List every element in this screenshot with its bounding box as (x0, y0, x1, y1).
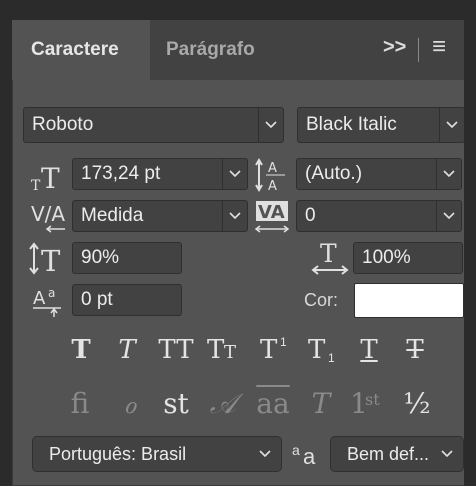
faux-italic-button[interactable]: T (110, 333, 144, 367)
antialias-icon-large: a (303, 444, 316, 469)
chevron-down-icon[interactable] (435, 437, 459, 471)
faux-bold-button[interactable]: T (64, 333, 98, 367)
chevron-down-icon[interactable] (258, 108, 283, 142)
contextual-alternates-button[interactable]: T (304, 384, 338, 424)
tab-caractere[interactable]: Caractere (31, 20, 119, 80)
strikethrough-button[interactable]: T (398, 333, 432, 367)
font-style-select[interactable]: Black Italic (297, 107, 465, 143)
chevron-down-icon[interactable] (436, 159, 461, 189)
tracking-value: 0 (305, 205, 316, 226)
small-caps-button[interactable]: T T (207, 333, 247, 367)
chevron-down-icon[interactable] (222, 159, 247, 189)
font-size-icon: TT (29, 160, 67, 195)
tracking-icon: VA (254, 199, 292, 235)
leading-field[interactable]: (Auto.) (296, 158, 462, 190)
antialias-select[interactable]: Bem def... (330, 436, 464, 472)
chevron-down-icon[interactable] (439, 108, 464, 142)
font-style-value: Black Italic (306, 114, 397, 135)
standard-ligatures-button[interactable]: fi (62, 384, 98, 424)
ordinals-button[interactable]: 1 st (350, 384, 390, 424)
antialias-icon-small: a (292, 442, 300, 458)
svg-text:A: A (268, 161, 277, 176)
chevron-down-icon[interactable] (436, 201, 461, 231)
kerning-field[interactable]: Medida (72, 200, 248, 232)
svg-text:T: T (320, 240, 337, 268)
superscript-button[interactable]: T 1 (260, 333, 296, 367)
superscript-glyph: T (260, 335, 278, 365)
color-label: Cor: (304, 290, 339, 310)
subscript-glyph: T (308, 335, 326, 365)
svg-text:T: T (41, 244, 61, 276)
all-caps-button[interactable]: TT (156, 333, 196, 367)
svg-text:a: a (48, 286, 55, 300)
baseline-shift-field[interactable]: 0 pt (72, 284, 182, 316)
language-select[interactable]: Português: Brasil (32, 436, 282, 472)
small-caps-small-glyph: T (224, 342, 237, 363)
svg-text:A: A (268, 179, 277, 194)
panel-menu-divider (418, 38, 419, 62)
chevron-down-icon[interactable] (253, 437, 277, 471)
horizontal-scale-field[interactable]: 100% (353, 242, 463, 274)
font-family-select[interactable]: Roboto (23, 107, 284, 143)
window-right-edge (464, 0, 476, 486)
panel-menu-icon[interactable]: ≡ (432, 33, 446, 61)
svg-text:V/A: V/A (31, 202, 65, 226)
window-top-area (0, 0, 476, 20)
leading-value: (Auto.) (305, 163, 363, 184)
tracking-field[interactable]: 0 (296, 200, 462, 232)
panel-expand-icon[interactable]: >> (383, 36, 406, 59)
underline-button[interactable]: T (352, 333, 386, 367)
subscript-mark: 1 (328, 351, 335, 365)
svg-text:T: T (41, 162, 60, 194)
vertical-scale-field[interactable]: 90% (72, 242, 182, 274)
language-value: Português: Brasil (49, 444, 187, 464)
old-style-button[interactable]: ℴ (112, 384, 148, 424)
horizontal-scale-icon: T (311, 239, 349, 278)
color-swatch[interactable] (354, 283, 464, 318)
font-family-value: Roboto (32, 114, 94, 135)
baseline-shift-icon: Aa (31, 284, 69, 318)
subscript-button[interactable]: T 1 (308, 333, 344, 367)
font-size-field[interactable]: 173,24 pt (72, 158, 248, 190)
font-size-value: 173,24 pt (81, 163, 161, 184)
kerning-icon: V/A (29, 199, 69, 233)
swash-button[interactable]: 𝒜 (205, 384, 241, 424)
superscript-mark: 1 (280, 335, 287, 349)
svg-text:T: T (31, 178, 41, 194)
svg-text:A: A (33, 288, 46, 309)
antialias-icon: a a (292, 440, 324, 470)
small-caps-big-glyph: T (207, 335, 225, 365)
vertical-scale-icon: T (29, 242, 67, 278)
fractions-button[interactable]: ½ (400, 384, 434, 424)
leading-icon: AA (255, 156, 291, 194)
discretionary-ligatures-button[interactable]: st (158, 384, 194, 424)
kerning-value: Medida (81, 205, 144, 226)
svg-text:VA: VA (258, 202, 285, 223)
antialias-value: Bem def... (347, 444, 430, 464)
tab-paragrafo[interactable]: Parágrafo (166, 20, 255, 80)
chevron-down-icon[interactable] (222, 201, 247, 231)
titling-alternates-button[interactable]: aa (253, 384, 293, 424)
ordinals-superscript: st (365, 390, 380, 409)
